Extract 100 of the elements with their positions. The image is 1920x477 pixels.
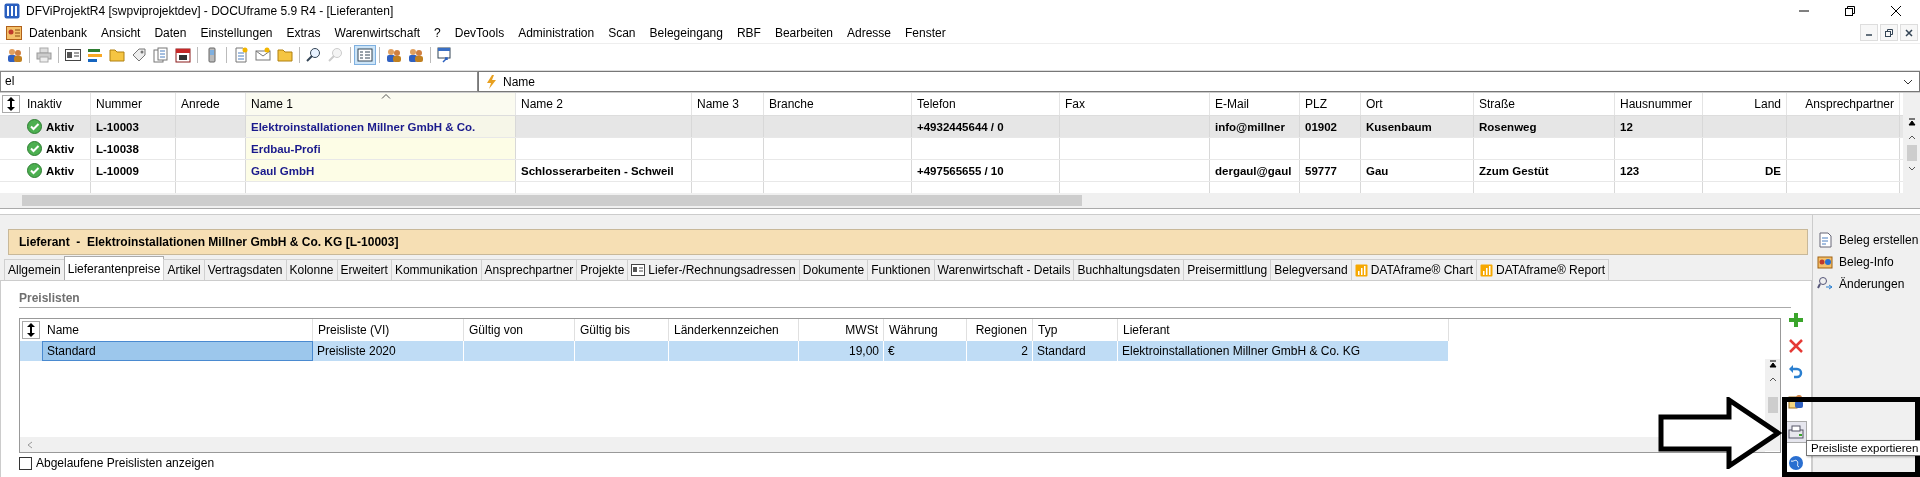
menu-item[interactable]: Datenbank (22, 25, 95, 40)
tab[interactable]: DATAframe® Report (1476, 259, 1610, 280)
column-header[interactable]: Telefon (912, 93, 1060, 115)
close-button[interactable] (1900, 24, 1918, 41)
column-header[interactable]: Ansprechpartner (1787, 93, 1900, 115)
column-header[interactable]: Fax (1060, 93, 1210, 115)
column-header[interactable]: Inaktiv (22, 93, 91, 115)
table-cell: dergaul@gaul (1215, 164, 1292, 177)
menu-item[interactable]: Ansicht (94, 25, 148, 40)
column-header[interactable]: Hausnummer (1615, 93, 1703, 115)
table-cell: L-10003 (96, 120, 139, 133)
menu-item[interactable]: Administration (511, 25, 602, 40)
tab[interactable]: Artikel (163, 259, 205, 280)
tab[interactable]: Vertragsdaten (203, 259, 287, 280)
card-icon[interactable] (6, 25, 22, 40)
minimize-button[interactable] (1860, 24, 1878, 41)
column-header[interactable]: Name 3 (692, 93, 764, 115)
search-field[interactable]: el (0, 71, 478, 92)
table-cell: Elektroinstallationen Millner GmbH & Co. (251, 120, 476, 133)
envelope-icon[interactable] (255, 47, 271, 63)
column-header[interactable]: Land (1703, 93, 1787, 115)
sidebar-item[interactable]: Änderungen (1813, 273, 1920, 295)
sidebar-item[interactable]: Beleg erstellen (1813, 229, 1920, 251)
column-header[interactable]: PLZ (1300, 93, 1361, 115)
add-icon[interactable] (1789, 313, 1803, 327)
tab[interactable]: Belegversand (1270, 259, 1352, 280)
tab[interactable]: Projekte (576, 259, 629, 280)
row-sort-button[interactable] (22, 321, 40, 339)
horizontal-scrollbar[interactable] (20, 437, 1765, 452)
menu-item[interactable]: Fenster (898, 25, 953, 40)
card-icon[interactable] (65, 47, 81, 63)
column-header[interactable]: Regionen (975, 323, 1027, 337)
list-view-icon[interactable] (357, 47, 373, 63)
row-sort-button[interactable] (2, 95, 20, 113)
column-header[interactable]: MWSt (845, 323, 878, 337)
tag-icon[interactable] (131, 47, 147, 63)
column-header[interactable]: Gültig von (469, 323, 524, 337)
column-header[interactable]: Branche (764, 93, 912, 115)
menu-item[interactable]: Scan (601, 25, 643, 40)
tab[interactable]: Preisermittlung (1183, 259, 1272, 280)
sort-caret-icon (380, 94, 391, 99)
menu-item[interactable]: Adresse (840, 25, 898, 40)
delete-icon[interactable] (1789, 339, 1803, 353)
horizontal-scrollbar[interactable] (0, 193, 1903, 208)
menu-item[interactable]: Einstellungen (193, 25, 280, 40)
table-cell: +4932445644 / 0 (917, 120, 1004, 133)
documents-icon[interactable] (153, 47, 169, 63)
menu-item[interactable]: Extras (279, 25, 328, 40)
menu-item[interactable]: DevTools (447, 25, 512, 40)
column-header[interactable]: E-Mail (1210, 93, 1300, 115)
menu-item[interactable]: Bearbeiten (767, 25, 840, 40)
table-row[interactable]: Aktiv L-10038 Erdbau-Profi (0, 138, 1903, 160)
menu-item[interactable]: Belegeingang (642, 25, 730, 40)
column-header[interactable]: Lieferant (1123, 323, 1170, 337)
magnifier-icon[interactable] (306, 47, 322, 63)
menu-item[interactable]: ? (427, 25, 448, 40)
folder-icon[interactable] (277, 47, 293, 63)
table-row[interactable]: Standard Preisliste 2020 19,00 € 2 Standard Elektroinstallationen Millner GmbH & Co. KG (20, 341, 1449, 361)
sidebar-item[interactable]: Beleg-Info (1813, 251, 1920, 273)
up-down-arrow-icon (6, 97, 16, 111)
table-cell: Gau (1366, 164, 1389, 177)
globe-icon[interactable] (1788, 455, 1804, 471)
undo-icon[interactable] (1789, 365, 1803, 381)
restore-icon[interactable] (1844, 5, 1856, 17)
window-icon[interactable] (437, 47, 453, 63)
menu-item[interactable]: Warenwirtschaft (327, 25, 428, 40)
check-icon (27, 163, 42, 178)
tab[interactable]: Buchhaltungsdaten (1073, 259, 1185, 280)
column-header[interactable]: Typ (1038, 323, 1058, 337)
people-icon[interactable] (1788, 393, 1804, 409)
tab[interactable]: Allgemein (4, 259, 65, 280)
column-header[interactable]: Name 1 (246, 93, 516, 115)
column-header[interactable]: Länderkennzeichen (674, 323, 779, 337)
close-icon[interactable] (1890, 5, 1902, 17)
column-header[interactable]: Nummer (91, 93, 176, 115)
menu-item[interactable]: Daten (147, 25, 194, 40)
column-header[interactable]: Gültig bis (580, 323, 631, 337)
calendar-icon[interactable] (175, 47, 191, 63)
field-dropdown[interactable]: Name (478, 71, 1920, 92)
column-header[interactable]: Währung (889, 323, 938, 337)
tab[interactable]: Liefer-/Rechnungsadressen (627, 259, 800, 280)
tab[interactable]: Lieferantenpreise (63, 256, 165, 280)
export-button[interactable] (1785, 421, 1807, 443)
table-row[interactable]: Aktiv L-10003 Elektroinstallationen Millner GmbH & Co. +4932445644 / 0 info@millner 01902 Kusenbaum Rosenweg 12 (0, 116, 1903, 138)
column-header[interactable]: Name 2 (516, 93, 692, 115)
column-header[interactable]: Straße (1474, 93, 1615, 115)
menu-item[interactable]: RBF (729, 25, 768, 40)
column-header[interactable]: Preisliste (VI) (318, 323, 390, 337)
column-header[interactable]: Name (47, 323, 79, 337)
column-header[interactable]: Ort (1361, 93, 1474, 115)
table-cell: 123 (1620, 164, 1640, 177)
restore-button[interactable] (1880, 24, 1898, 41)
tab[interactable]: Ansprechpartner (480, 259, 578, 280)
checkbox[interactable]: Abgelaufene Preislisten anzeigen (19, 456, 1781, 470)
bars-icon[interactable] (87, 47, 103, 63)
table-cell: Gaul GmbH (251, 164, 315, 177)
tab[interactable]: DATAframe® Chart (1350, 259, 1478, 280)
table-row[interactable]: Aktiv L-10009 Gaul GmbH Schlosserarbeiten - Schweil +497565655 / 10 dergaul@gaul 59777 Gau Zzum Gestüt 123 DE (0, 160, 1903, 182)
vertical-scrollbar[interactable] (1903, 93, 1920, 208)
folder-icon[interactable] (109, 47, 125, 63)
